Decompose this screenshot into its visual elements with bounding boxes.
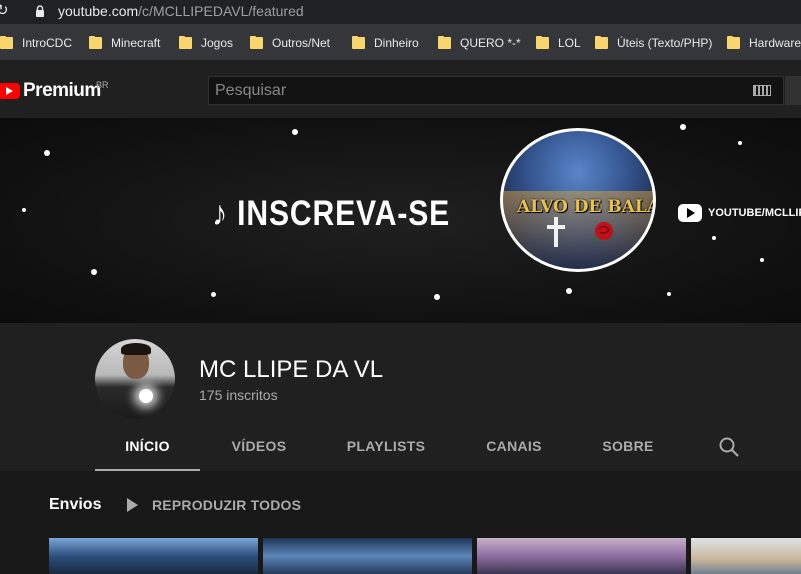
bookmark-jogos[interactable]: Jogos xyxy=(179,34,233,52)
url-host: youtube.com xyxy=(58,3,139,19)
banner-headline: ♪ INSCREVA-SE xyxy=(212,194,451,233)
bookmark-label: Hardware xyxy=(749,36,801,50)
folder-icon xyxy=(595,36,608,50)
star-decoration xyxy=(667,292,671,296)
search-input[interactable] xyxy=(209,77,749,104)
youtube-premium-logo[interactable]: Premium xyxy=(0,80,101,102)
video-thumbnail[interactable] xyxy=(691,538,801,574)
bookmark-hardware[interactable]: Hardware xyxy=(727,34,801,52)
keyboard-icon[interactable] xyxy=(753,85,771,96)
bookmark-label: Minecraft xyxy=(111,36,161,50)
tab-playlists[interactable]: PLAYLISTS xyxy=(330,428,442,471)
star-decoration xyxy=(22,208,26,212)
star-decoration xyxy=(566,288,572,294)
star-decoration xyxy=(91,269,97,275)
lock-icon[interactable] xyxy=(35,5,45,17)
folder-icon xyxy=(0,36,13,50)
star-decoration xyxy=(680,124,686,130)
banner-youtube-link[interactable]: YOUTUBE/MCLLIPEDA xyxy=(678,204,801,222)
channel-name: MC LLIPE DA VL xyxy=(199,356,384,383)
star-decoration xyxy=(44,150,50,156)
play-all-label: REPRODUZIR TODOS xyxy=(152,497,302,513)
avatar-hair xyxy=(121,343,151,355)
bookmark-label: Úteis (Texto/PHP) xyxy=(617,36,713,50)
bookmark-minecraft[interactable]: Minecraft xyxy=(89,34,160,52)
bookmark-label: QUERO *-* xyxy=(460,36,521,50)
search-icon[interactable] xyxy=(718,436,740,458)
shelf-title: Envios xyxy=(49,496,102,513)
bookmark-dinheiro[interactable]: Dinheiro xyxy=(352,34,419,52)
cross-icon xyxy=(547,217,565,247)
search-box xyxy=(208,76,784,105)
banner-link-text: YOUTUBE/MCLLIPEDA xyxy=(708,207,801,219)
album-art: ALVO DE BALA xyxy=(500,128,656,272)
star-decoration xyxy=(738,141,742,145)
star-decoration xyxy=(292,129,298,135)
reload-icon[interactable]: ↻ xyxy=(0,2,14,20)
avatar-light xyxy=(139,389,153,403)
logo-text: Premium xyxy=(23,80,101,101)
bookmarks-bar: IntroCDC Minecraft Jogos Outros/Net Dinh… xyxy=(0,24,801,60)
region-code: BR xyxy=(96,80,109,90)
youtube-logo-icon xyxy=(0,83,20,99)
folder-icon xyxy=(727,36,740,50)
album-title: ALVO DE BALA xyxy=(517,197,656,217)
folder-icon xyxy=(89,36,102,50)
star-decoration xyxy=(434,294,440,300)
folder-icon xyxy=(179,36,192,50)
channel-tabs: INÍCIO VÍDEOS PLAYLISTS CANAIS SOBRE xyxy=(0,428,801,471)
bookmark-introcdc[interactable]: IntroCDC xyxy=(0,34,72,52)
play-icon xyxy=(127,498,138,512)
folder-icon xyxy=(250,36,263,50)
search-button[interactable] xyxy=(785,76,801,105)
bookmark-label: Jogos xyxy=(201,36,234,50)
tab-sobre[interactable]: SOBRE xyxy=(585,428,671,471)
folder-icon xyxy=(438,36,451,50)
rose-icon xyxy=(592,222,613,242)
bookmark-outros-net[interactable]: Outros/Net xyxy=(250,34,330,52)
video-thumbnail[interactable] xyxy=(263,538,472,574)
star-decoration xyxy=(211,292,216,297)
star-decoration xyxy=(760,258,764,262)
tab-videos[interactable]: VÍDEOS xyxy=(210,428,308,471)
folder-icon xyxy=(352,36,365,50)
address-bar[interactable]: ↻ youtube.com/c/MCLLIPEDAVL/featured xyxy=(0,0,801,24)
url-text[interactable]: youtube.com/c/MCLLIPEDAVL/featured xyxy=(58,3,304,20)
channel-avatar[interactable] xyxy=(95,339,175,419)
bookmark-lol[interactable]: LOL xyxy=(536,34,581,52)
play-all-button[interactable]: REPRODUZIR TODOS xyxy=(127,497,301,513)
tab-inicio[interactable]: INÍCIO xyxy=(95,428,200,471)
bookmark-quero[interactable]: QUERO *-* xyxy=(438,34,521,52)
tab-canais[interactable]: CANAIS xyxy=(468,428,560,471)
video-thumbnail[interactable] xyxy=(477,538,686,574)
youtube-icon xyxy=(678,204,702,222)
bookmark-label: Dinheiro xyxy=(374,36,419,50)
bookmark-label: IntroCDC xyxy=(22,36,73,50)
folder-icon xyxy=(536,36,549,50)
subscriber-count: 175 inscritos xyxy=(199,387,278,403)
star-decoration xyxy=(712,236,716,240)
video-thumbnail[interactable] xyxy=(49,538,258,574)
bookmark-uteis[interactable]: Úteis (Texto/PHP) xyxy=(595,34,712,52)
bookmark-label: Outros/Net xyxy=(272,36,331,50)
url-path: /c/MCLLIPEDAVL/featured xyxy=(138,3,304,19)
bookmark-label: LOL xyxy=(558,36,581,50)
